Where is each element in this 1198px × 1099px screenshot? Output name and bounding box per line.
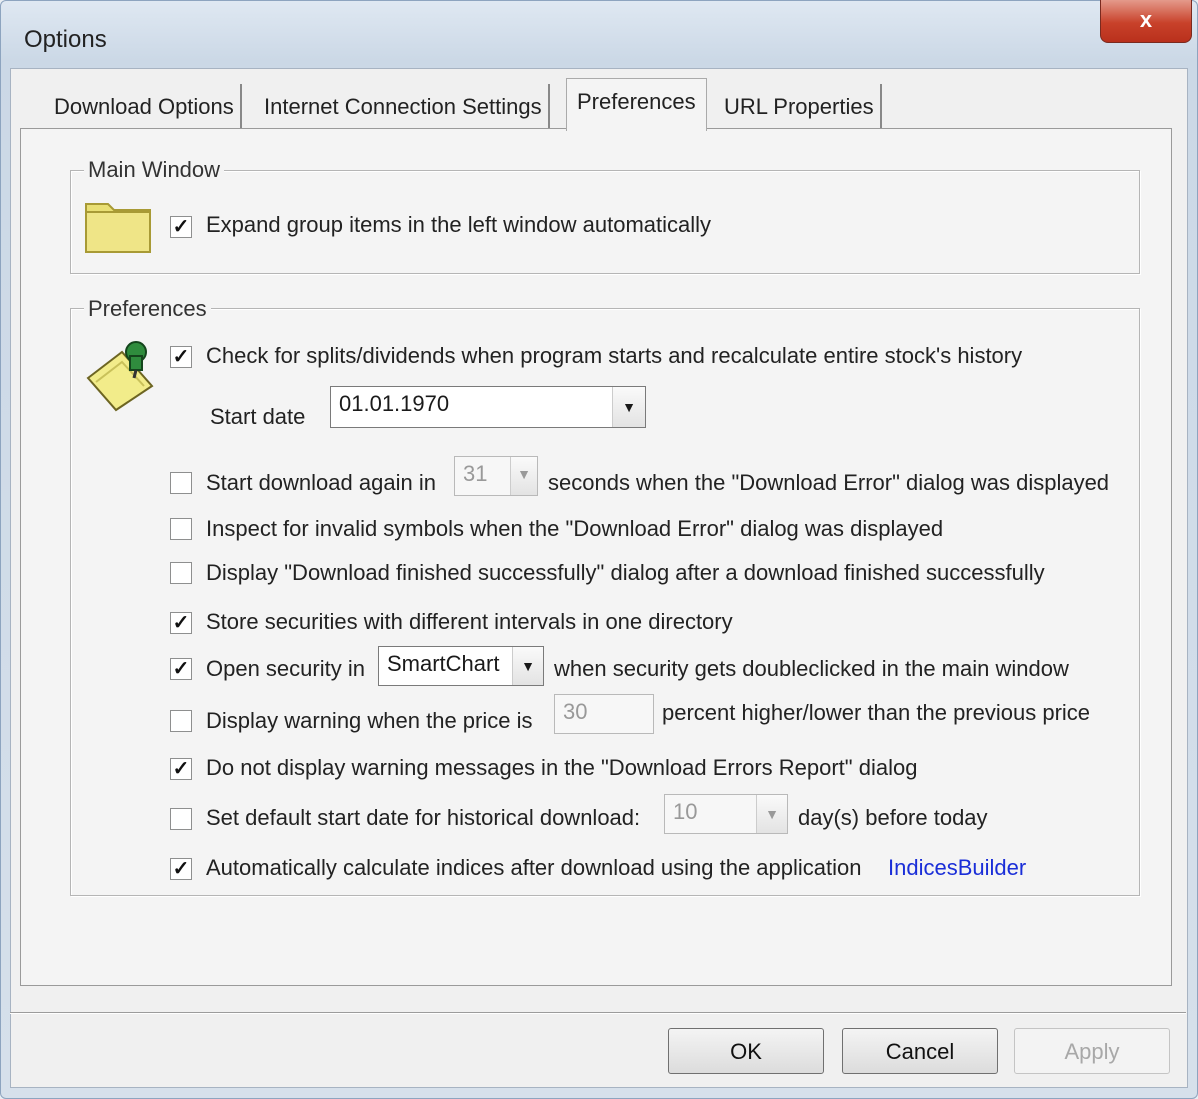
- price-warning-label-after: percent higher/lower than the previous p…: [662, 700, 1091, 725]
- inspect-invalid-checkbox[interactable]: [170, 518, 192, 540]
- no-warnings-checkbox[interactable]: ✓: [170, 758, 192, 780]
- apply-button[interactable]: Apply: [1014, 1028, 1170, 1074]
- window-title: Options: [24, 26, 107, 53]
- chevron-down-icon[interactable]: ▼: [510, 457, 537, 495]
- close-button[interactable]: x: [1100, 0, 1192, 43]
- price-warning-percent-input[interactable]: 30: [554, 694, 654, 734]
- store-securities-checkbox[interactable]: ✓: [170, 612, 192, 634]
- indicesbuilder-link[interactable]: IndicesBuilder: [888, 855, 1026, 881]
- chevron-down-icon[interactable]: ▼: [612, 387, 645, 427]
- close-icon: x: [1139, 7, 1153, 32]
- button-separator: [10, 1012, 1186, 1014]
- open-security-app-value: SmartChart: [387, 651, 500, 676]
- no-warnings-label: Do not display warning messages in the "…: [206, 755, 918, 780]
- price-warning-percent-value: 30: [563, 699, 588, 724]
- open-security-app-select[interactable]: SmartChart ▼: [378, 646, 544, 686]
- open-security-label-before: Open security in: [206, 656, 365, 681]
- default-start-label-after: day(s) before today: [798, 805, 988, 830]
- restart-download-label-before: Start download again in: [206, 470, 436, 495]
- price-warning-label-before: Display warning when the price is: [206, 708, 533, 733]
- chevron-down-icon[interactable]: ▼: [756, 795, 787, 833]
- folder-icon: [85, 203, 151, 253]
- pinned-note-icon: [86, 341, 154, 412]
- check-splits-label: Check for splits/dividends when program …: [206, 343, 1023, 368]
- expand-group-checkbox[interactable]: ✓: [170, 216, 192, 238]
- restart-download-checkbox[interactable]: [170, 472, 192, 494]
- auto-indices-label: Automatically calculate indices after do…: [206, 855, 862, 880]
- default-start-days-combo[interactable]: 10 ▼: [664, 794, 788, 834]
- check-splits-checkbox[interactable]: ✓: [170, 346, 192, 368]
- tab-preferences[interactable]: Preferences: [566, 78, 707, 131]
- display-finished-label: Display "Download finished successfully"…: [206, 560, 1045, 585]
- restart-seconds-value: 31: [463, 461, 488, 486]
- inspect-invalid-label: Inspect for invalid symbols when the "Do…: [206, 516, 944, 541]
- ok-button[interactable]: OK: [668, 1028, 824, 1074]
- auto-indices-checkbox[interactable]: ✓: [170, 858, 192, 880]
- tab-download-options[interactable]: Download Options: [48, 84, 242, 128]
- open-security-label-after: when security gets doubleclicked in the …: [554, 656, 1069, 681]
- open-security-checkbox[interactable]: ✓: [170, 658, 192, 680]
- restart-seconds-combo[interactable]: 31 ▼: [454, 456, 538, 496]
- restart-download-label-after: seconds when the "Download Error" dialog…: [548, 470, 1110, 495]
- main-window-group-title: Main Window: [84, 157, 225, 183]
- tab-url-properties[interactable]: URL Properties: [718, 84, 882, 128]
- price-warning-checkbox[interactable]: [170, 710, 192, 732]
- default-start-days-value: 10: [673, 799, 698, 824]
- display-finished-checkbox[interactable]: [170, 562, 192, 584]
- preferences-group-title: Preferences: [84, 296, 211, 322]
- start-date-label: Start date: [210, 404, 306, 429]
- default-start-label-before: Set default start date for historical do…: [206, 805, 641, 830]
- start-date-picker[interactable]: 01.01.1970 ▼: [330, 386, 646, 428]
- cancel-button[interactable]: Cancel: [842, 1028, 998, 1074]
- tab-internet-connection-settings[interactable]: Internet Connection Settings: [258, 84, 550, 128]
- expand-group-label: Expand group items in the left window au…: [206, 212, 712, 237]
- start-date-value: 01.01.1970: [339, 391, 450, 416]
- default-start-checkbox[interactable]: [170, 808, 192, 830]
- chevron-down-icon[interactable]: ▼: [512, 647, 543, 685]
- store-securities-label: Store securities with different interval…: [206, 609, 733, 634]
